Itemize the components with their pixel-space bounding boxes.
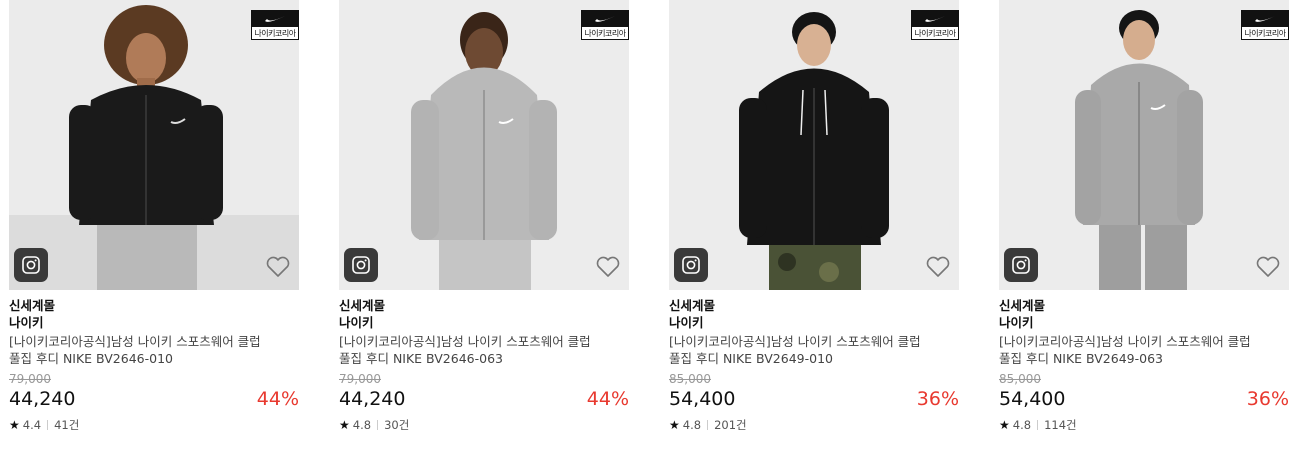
instagram-button[interactable] (1004, 248, 1038, 282)
discount-rate: 36% (916, 388, 959, 410)
product-title[interactable]: [나이키코리아공식]남성 나이키 스포츠웨어 클럽 풀집 후디 NIKE BV2… (999, 333, 1261, 367)
product-info: 신세계몰 나이키 [나이키코리아공식]남성 나이키 스포츠웨어 클럽 풀집 후디… (999, 297, 1289, 433)
product-image[interactable]: 나이키코리아 (9, 0, 299, 290)
star-icon: ★ (339, 418, 350, 432)
wishlist-button[interactable] (265, 255, 291, 279)
badge-label: 나이키코리아 (584, 29, 626, 38)
brand-name[interactable]: 나이키 (9, 314, 299, 331)
star-icon: ★ (9, 418, 20, 432)
brand-name[interactable]: 나이키 (999, 314, 1289, 331)
store-name[interactable]: 신세계몰 (339, 297, 629, 314)
sale-price: 54,400 (669, 388, 736, 410)
review-count: 41건 (54, 418, 80, 432)
heart-icon (926, 256, 950, 277)
instagram-icon (682, 256, 700, 274)
product-photo (339, 0, 629, 290)
product-title[interactable]: [나이키코리아공식]남성 나이키 스포츠웨어 클럽 풀집 후디 NIKE BV2… (669, 333, 931, 367)
store-name[interactable]: 신세계몰 (9, 297, 299, 314)
divider (377, 420, 379, 430)
product-title[interactable]: [나이키코리아공식]남성 나이키 스포츠웨어 클럽 풀집 후디 NIKE BV2… (9, 333, 271, 367)
original-price: 85,000 (669, 372, 711, 386)
review-count: 114건 (1044, 418, 1077, 432)
brand-badge: 나이키코리아 (1241, 10, 1289, 40)
divider (1037, 420, 1039, 430)
product-photo (9, 0, 299, 290)
heart-icon (1256, 256, 1280, 277)
sale-price: 44,240 (339, 388, 406, 410)
nike-swoosh-icon (595, 16, 615, 22)
original-price: 79,000 (9, 372, 51, 386)
review-count: 201건 (714, 418, 747, 432)
discount-rate: 44% (256, 388, 299, 410)
product-image[interactable]: 나이키코리아 (669, 0, 959, 290)
brand-badge: 나이키코리아 (911, 10, 959, 40)
product-title[interactable]: [나이키코리아공식]남성 나이키 스포츠웨어 클럽 풀집 후디 NIKE BV2… (339, 333, 601, 367)
review-count: 30건 (384, 418, 410, 432)
instagram-button[interactable] (344, 248, 378, 282)
brand-name[interactable]: 나이키 (339, 314, 629, 331)
product-card[interactable]: 나이키코리아 신세계몰 나이키 [나이키코리아공식]남성 나이키 스포츠웨어 클… (669, 0, 959, 452)
product-info: 신세계몰 나이키 [나이키코리아공식]남성 나이키 스포츠웨어 클럽 풀집 후디… (669, 297, 959, 433)
store-name[interactable]: 신세계몰 (669, 297, 959, 314)
wishlist-button[interactable] (595, 255, 621, 279)
badge-label: 나이키코리아 (254, 29, 296, 38)
nike-swoosh-icon (925, 16, 945, 22)
star-icon: ★ (669, 418, 680, 432)
divider (47, 420, 49, 430)
rating: ★ 4.8 114건 (999, 417, 1289, 433)
discount-rate: 36% (1246, 388, 1289, 410)
store-name[interactable]: 신세계몰 (999, 297, 1289, 314)
product-photo (669, 0, 959, 290)
product-image[interactable]: 나이키코리아 (339, 0, 629, 290)
wishlist-button[interactable] (925, 255, 951, 279)
brand-badge: 나이키코리아 (251, 10, 299, 40)
rating-score: 4.4 (22, 418, 42, 432)
heart-icon (266, 256, 290, 277)
rating-score: 4.8 (352, 418, 372, 432)
instagram-button[interactable] (674, 248, 708, 282)
star-icon: ★ (999, 418, 1010, 432)
heart-icon (596, 256, 620, 277)
product-image[interactable]: 나이키코리아 (999, 0, 1289, 290)
product-info: 신세계몰 나이키 [나이키코리아공식]남성 나이키 스포츠웨어 클럽 풀집 후디… (9, 297, 299, 433)
sale-price: 54,400 (999, 388, 1066, 410)
sale-price: 44,240 (9, 388, 76, 410)
rating: ★ 4.4 41건 (9, 417, 299, 433)
product-grid: 나이키코리아 신세계몰 나이키 [나이키코리아공식]남성 나이키 스포츠웨어 클… (0, 0, 1293, 452)
badge-label: 나이키코리아 (914, 29, 956, 38)
brand-badge: 나이키코리아 (581, 10, 629, 40)
original-price: 79,000 (339, 372, 381, 386)
rating: ★ 4.8 201건 (669, 417, 959, 433)
instagram-icon (1012, 256, 1030, 274)
discount-rate: 44% (586, 388, 629, 410)
nike-swoosh-icon (1255, 16, 1275, 22)
product-card[interactable]: 나이키코리아 신세계몰 나이키 [나이키코리아공식]남성 나이키 스포츠웨어 클… (9, 0, 299, 452)
nike-swoosh-icon (265, 16, 285, 22)
product-info: 신세계몰 나이키 [나이키코리아공식]남성 나이키 스포츠웨어 클럽 풀집 후디… (339, 297, 629, 433)
instagram-button[interactable] (14, 248, 48, 282)
instagram-icon (22, 256, 40, 274)
product-photo (999, 0, 1289, 290)
original-price: 85,000 (999, 372, 1041, 386)
divider (707, 420, 709, 430)
instagram-icon (352, 256, 370, 274)
rating-score: 4.8 (682, 418, 702, 432)
product-card[interactable]: 나이키코리아 신세계몰 나이키 [나이키코리아공식]남성 나이키 스포츠웨어 클… (999, 0, 1289, 452)
rating-score: 4.8 (1012, 418, 1032, 432)
brand-name[interactable]: 나이키 (669, 314, 959, 331)
product-card[interactable]: 나이키코리아 신세계몰 나이키 [나이키코리아공식]남성 나이키 스포츠웨어 클… (339, 0, 629, 452)
wishlist-button[interactable] (1255, 255, 1281, 279)
rating: ★ 4.8 30건 (339, 417, 629, 433)
badge-label: 나이키코리아 (1244, 29, 1286, 38)
